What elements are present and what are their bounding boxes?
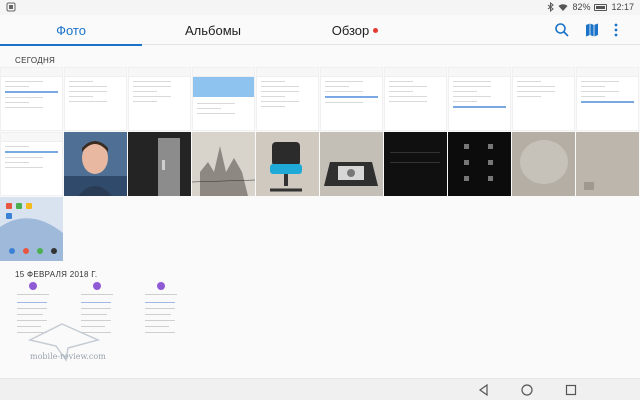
mural-photo bbox=[192, 132, 255, 196]
navigation-bar bbox=[0, 378, 640, 400]
section-title-today: СЕГОДНЯ bbox=[15, 56, 56, 65]
section-title-feb: 15 ФЕВРАЛЯ 2018 Г. bbox=[15, 270, 98, 279]
tab-bar: Фото Альбомы Обзор bbox=[0, 15, 640, 46]
photo-thumbnail[interactable] bbox=[320, 67, 383, 131]
tab-photos[interactable]: Фото bbox=[0, 15, 142, 46]
blurry-photo bbox=[512, 132, 575, 196]
photo-thumbnail[interactable] bbox=[384, 67, 447, 131]
map-icon[interactable] bbox=[584, 22, 600, 38]
photo-thumbnail[interactable] bbox=[0, 197, 63, 261]
photo-thumbnail[interactable] bbox=[192, 132, 255, 196]
gallery-screen: 82% 12:17 Фото Альбомы Обзор СЕГОДНЯ 15 … bbox=[0, 0, 640, 400]
search-icon[interactable] bbox=[554, 22, 570, 38]
photo-thumbnail[interactable] bbox=[64, 67, 127, 131]
watermark-text: mobile-review.com bbox=[30, 352, 106, 361]
tab-albums[interactable]: Альбомы bbox=[142, 15, 284, 45]
active-tab-indicator bbox=[0, 44, 142, 46]
battery-icon bbox=[594, 3, 608, 11]
tab-review[interactable]: Обзор bbox=[284, 15, 426, 45]
photo-thumbnail[interactable] bbox=[576, 132, 639, 196]
dark-screen-photo bbox=[384, 132, 447, 196]
tab-photos-label: Фото bbox=[56, 22, 86, 38]
door-photo bbox=[128, 132, 191, 196]
photo-thumbnail[interactable] bbox=[512, 67, 575, 131]
notification-icon bbox=[6, 2, 16, 12]
photo-thumbnail[interactable] bbox=[64, 132, 127, 196]
photo-thumbnail[interactable] bbox=[0, 67, 63, 131]
photo-thumbnail[interactable] bbox=[448, 67, 511, 131]
photo-thumbnail[interactable] bbox=[0, 132, 63, 196]
back-icon[interactable] bbox=[477, 383, 491, 397]
home-screen-photo bbox=[0, 197, 63, 261]
photo-thumbnail[interactable] bbox=[512, 132, 575, 196]
battery-percent: 82% bbox=[572, 2, 591, 12]
bluetooth-icon bbox=[548, 2, 555, 12]
photo-thumbnail[interactable] bbox=[128, 67, 191, 131]
dark-icons-photo bbox=[448, 132, 511, 196]
wifi-icon bbox=[558, 3, 568, 11]
photo-thumbnail[interactable] bbox=[128, 132, 191, 196]
more-icon[interactable] bbox=[612, 22, 620, 38]
photo-thumbnail[interactable] bbox=[192, 67, 255, 131]
photo-thumbnail[interactable] bbox=[448, 132, 511, 196]
tab-albums-label: Альбомы bbox=[185, 22, 241, 38]
home-icon[interactable] bbox=[520, 383, 534, 397]
new-badge bbox=[373, 27, 379, 33]
photo-thumbnail[interactable] bbox=[256, 132, 319, 196]
recents-icon[interactable] bbox=[564, 383, 578, 397]
photo-thumbnail[interactable] bbox=[256, 67, 319, 131]
photo-thumbnail[interactable] bbox=[131, 282, 191, 342]
clock: 12:17 bbox=[611, 2, 634, 12]
photo-thumbnail[interactable] bbox=[576, 67, 639, 131]
portrait-photo bbox=[64, 132, 127, 196]
status-bar: 82% 12:17 bbox=[0, 0, 640, 15]
blurry-photo bbox=[576, 132, 639, 196]
photo-thumbnail[interactable] bbox=[320, 132, 383, 196]
conference-phone-photo bbox=[320, 132, 383, 196]
tab-review-label: Обзор bbox=[331, 22, 370, 38]
photo-thumbnail[interactable] bbox=[384, 132, 447, 196]
chair-photo bbox=[256, 132, 319, 196]
